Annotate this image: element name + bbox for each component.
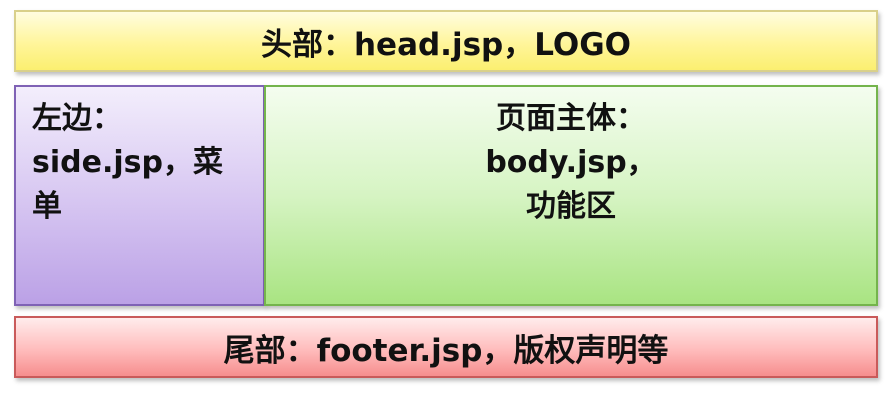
main-label-line-1: 页面主体： (496, 101, 646, 136)
footer-label: 尾部：footer.jsp，版权声明等 (223, 332, 669, 369)
sidebar-label-line-1: 左边： (32, 101, 122, 136)
sidebar-region: 左边： side.jsp，菜 单 (14, 85, 265, 306)
main-body-region: 页面主体： body.jsp， 功能区 (264, 85, 878, 306)
footer-region: 尾部：footer.jsp，版权声明等 (14, 316, 878, 378)
main-label-line-3: 功能区 (526, 189, 616, 224)
header-label: 头部：head.jsp，LOGO (260, 26, 632, 63)
sidebar-label-line-2: side.jsp，菜 (32, 145, 223, 180)
main-label-line-2: body.jsp， (485, 145, 657, 180)
sidebar-label-line-3: 单 (32, 189, 62, 224)
header-region: 头部：head.jsp，LOGO (14, 10, 878, 72)
